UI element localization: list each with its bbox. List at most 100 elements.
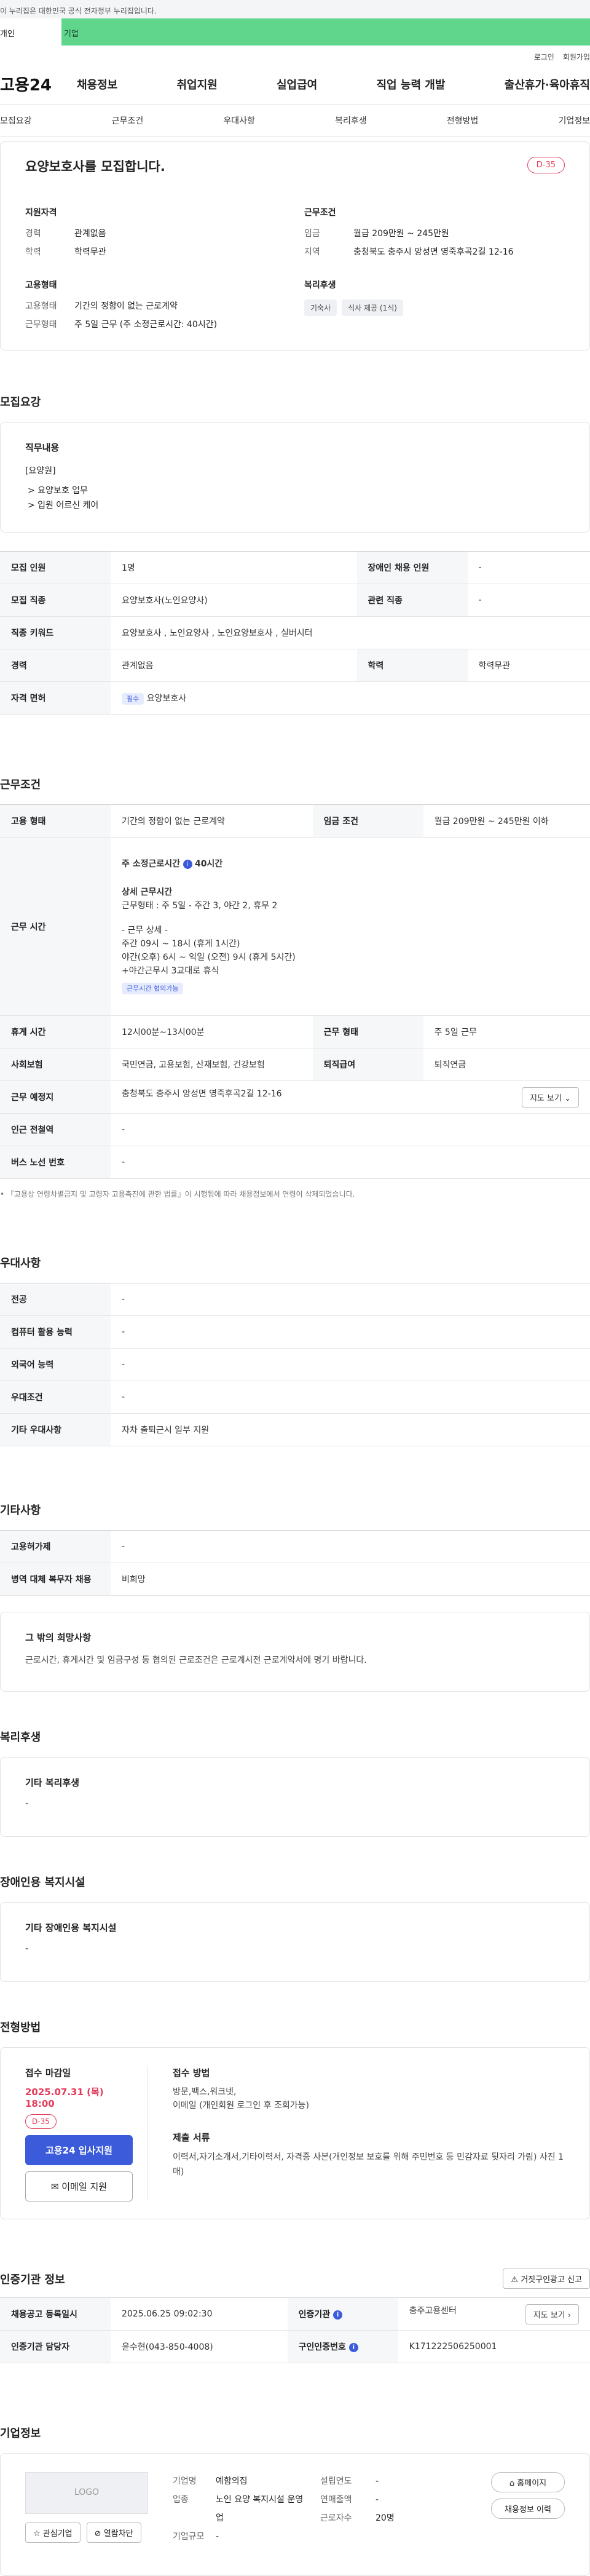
audience-tabs: 개인 기업 xyxy=(0,18,590,46)
cell-value: - xyxy=(111,1146,590,1179)
duty-title: 직무내용 xyxy=(25,441,565,454)
cell-value: - xyxy=(111,1316,590,1349)
apply-button[interactable]: 고용24 입사지원 xyxy=(25,2135,133,2165)
tab-individual[interactable]: 개인 xyxy=(0,18,61,46)
cond-value: 월급 209만원 ~ 245만원 xyxy=(353,227,449,239)
signup-link[interactable]: 회원가입 xyxy=(563,52,590,64)
tab-work[interactable]: 근무조건 xyxy=(112,114,144,127)
cell-value: - xyxy=(111,1283,590,1316)
cell-key: 기타 우대사항 xyxy=(0,1414,111,1446)
qual-title: 지원자격 xyxy=(25,206,286,218)
prefer-table: 전공- 컴퓨터 활용 능력- 외국어 능력- 우대조건- 기타 우대사항자차 출… xyxy=(0,1283,590,1446)
cell-value: - xyxy=(468,552,590,584)
company-key: 기업규모 xyxy=(173,2527,216,2546)
age-footnote: • 『고용상 연령차별금지 및 고령자 고용촉진에 관한 법률』이 시행됨에 따… xyxy=(0,1189,590,1199)
cell-key: 모집 직종 xyxy=(0,584,111,617)
job-history-button[interactable]: 채용정보 이력 xyxy=(491,2499,565,2519)
method-title: 접수 방법 xyxy=(173,2066,565,2079)
cell-value: 2025.06.25 09:02:30 xyxy=(111,2298,288,2331)
cell-key: 채용공고 등록일시 xyxy=(0,2298,111,2331)
disabled-card: 기타 장애인용 복지시설 - xyxy=(0,1902,590,1982)
tab-benefit[interactable]: 복리후생 xyxy=(335,114,367,127)
table-row: 버스 노선 번호- xyxy=(0,1146,590,1179)
info-icon[interactable]: i xyxy=(183,860,192,869)
table-row: 모집 직종요양보호사(노인요양사) 관련 직종- xyxy=(0,584,590,617)
cell-value: - xyxy=(111,1531,590,1563)
disabled-card-text: - xyxy=(25,1944,565,1954)
etc-card-text: 근로시간, 휴게시간 및 임금구성 등 협의된 근로조건은 근로계시전 근로계약… xyxy=(25,1654,565,1666)
welfare-chip: 식사 제공 (1식) xyxy=(342,299,403,316)
cell-key: 직종 키워드 xyxy=(0,617,111,649)
star-icon: ☆ xyxy=(33,2529,41,2538)
info-icon[interactable]: i xyxy=(349,2343,358,2352)
tab-selection[interactable]: 전형방법 xyxy=(447,114,479,127)
gnb-unemployment[interactable]: 실업급여 xyxy=(277,76,317,92)
cell-value: 관계없음 xyxy=(111,649,357,682)
company-key: 설립연도 xyxy=(320,2472,376,2491)
cell-key: 사회보험 xyxy=(0,1048,111,1081)
info-icon[interactable]: i xyxy=(333,2310,342,2320)
selection-card: 접수 마감일 2025.07.31 (목) 18:00 D-35 고용24 입사… xyxy=(0,2047,590,2219)
disabled-title: 장애인용 복지시설 xyxy=(0,1874,590,1890)
docs-text: 이력서,자기소개서,기타이력서, 자격증 사본(개인정보 보호를 위해 주민번호… xyxy=(173,2150,565,2179)
cell-key: 인증기관 xyxy=(299,2310,331,2320)
cell-value: 충주고용센터 xyxy=(409,2306,457,2316)
gnb-jobs[interactable]: 채용정보 xyxy=(77,76,117,92)
selection-title: 전형방법 xyxy=(0,2019,590,2035)
report-button[interactable]: ⚠ 거짓구인광고 신고 xyxy=(503,2269,590,2289)
tab-enterprise[interactable]: 기업 xyxy=(61,18,590,46)
weekly-hours: 40시간 xyxy=(195,859,222,869)
cell-key: 컴퓨터 활용 능력 xyxy=(0,1316,111,1349)
time-line: 근무형태 : 주 5일 - 주간 3, 야간 2, 휴무 2 xyxy=(122,899,579,913)
qual-key: 경력 xyxy=(25,227,74,239)
cell-value: 비희망 xyxy=(111,1563,590,1596)
benefit-title: 복리후생 xyxy=(0,1729,590,1745)
homepage-button[interactable]: ⌂ 홈페이지 xyxy=(491,2472,565,2492)
cell-value: 월급 209만원 ~ 245만원 이하 xyxy=(423,805,590,838)
cond-title: 근무조건 xyxy=(304,206,565,218)
welfare-title: 복리후생 xyxy=(304,279,565,291)
map-button[interactable]: 지도 보기 ⌄ xyxy=(522,1087,579,1108)
benefit-card: 기타 복리후생 - xyxy=(0,1757,590,1837)
login-link[interactable]: 로그인 xyxy=(534,52,554,64)
table-row: 고용 형태기간의 정함이 없는 근로계약 임금 조건월급 209만원 ~ 245… xyxy=(0,805,590,838)
table-row: 외국어 능력- xyxy=(0,1349,590,1381)
emp-key: 고용형태 xyxy=(25,299,74,312)
gnb-leave[interactable]: 출산휴가·육아휴직 xyxy=(505,76,590,92)
tab-company[interactable]: 기업정보 xyxy=(558,114,590,127)
agency-table: 채용공고 등록일시2025.06.25 09:02:30 인증기관 i 충주고용… xyxy=(0,2297,590,2363)
cond-key: 지역 xyxy=(304,245,353,258)
table-row: 전공- xyxy=(0,1283,590,1316)
table-row: 근무 예정지 충청북도 충주시 앙성면 영죽후곡2길 12-16지도 보기 ⌄ xyxy=(0,1081,590,1114)
tab-prefer[interactable]: 우대사항 xyxy=(223,114,255,127)
cell-key: 근무 형태 xyxy=(313,1016,423,1048)
time-line: - 근무 상세 - xyxy=(122,924,579,937)
cell-value: 충청북도 충주시 앙성면 영죽후곡2길 12-16 xyxy=(122,1089,282,1099)
agency-title: 인증기관 정보 xyxy=(0,2271,65,2287)
agency-map-button[interactable]: 지도 보기 › xyxy=(525,2304,579,2324)
qual-value: 관계없음 xyxy=(74,227,106,239)
tab-recruit[interactable]: 모집요강 xyxy=(0,114,32,127)
summary-card: 요양보호사를 모집합니다. D-35 지원자격 경력관계없음 학력학력무관 근무… xyxy=(0,141,590,351)
table-row: 경력관계없음 학력학력무관 xyxy=(0,649,590,682)
cell-value: 주 5일 근무 xyxy=(423,1016,590,1048)
prefer-title: 우대사항 xyxy=(0,1254,590,1270)
company-value: - xyxy=(376,2491,379,2509)
cell-value: 퇴직연금 xyxy=(423,1048,590,1081)
company-value: - xyxy=(376,2472,379,2491)
home-icon: ⌂ xyxy=(509,2479,514,2488)
site-logo[interactable]: 고용24 xyxy=(0,73,77,95)
time-line: 주간 09시 ~ 18시 (휴게 1시간) xyxy=(122,937,579,951)
cell-key: 장애인 채용 인원 xyxy=(357,552,468,584)
email-apply-button[interactable]: ✉ 이메일 지원 xyxy=(25,2171,133,2201)
cell-value: - xyxy=(111,1114,590,1146)
company-key: 업종 xyxy=(173,2491,216,2527)
gnb-skills[interactable]: 직업 능력 개발 xyxy=(377,76,446,92)
emp-value: 주 5일 근무 (주 소정근로시간: 40시간) xyxy=(74,318,217,330)
negotiable-tag: 근무시간 협의가능 xyxy=(122,983,183,994)
recruit-table: 모집 인원1명 장애인 채용 인원- 모집 직종요양보호사(노인요양사) 관련 … xyxy=(0,551,590,715)
cell-key: 버스 노선 번호 xyxy=(0,1146,111,1179)
company-value: 노인 요양 복지시설 운영업 xyxy=(216,2491,308,2527)
company-logo: LOGO xyxy=(25,2472,148,2514)
gnb-employment-support[interactable]: 취업지원 xyxy=(177,76,218,92)
